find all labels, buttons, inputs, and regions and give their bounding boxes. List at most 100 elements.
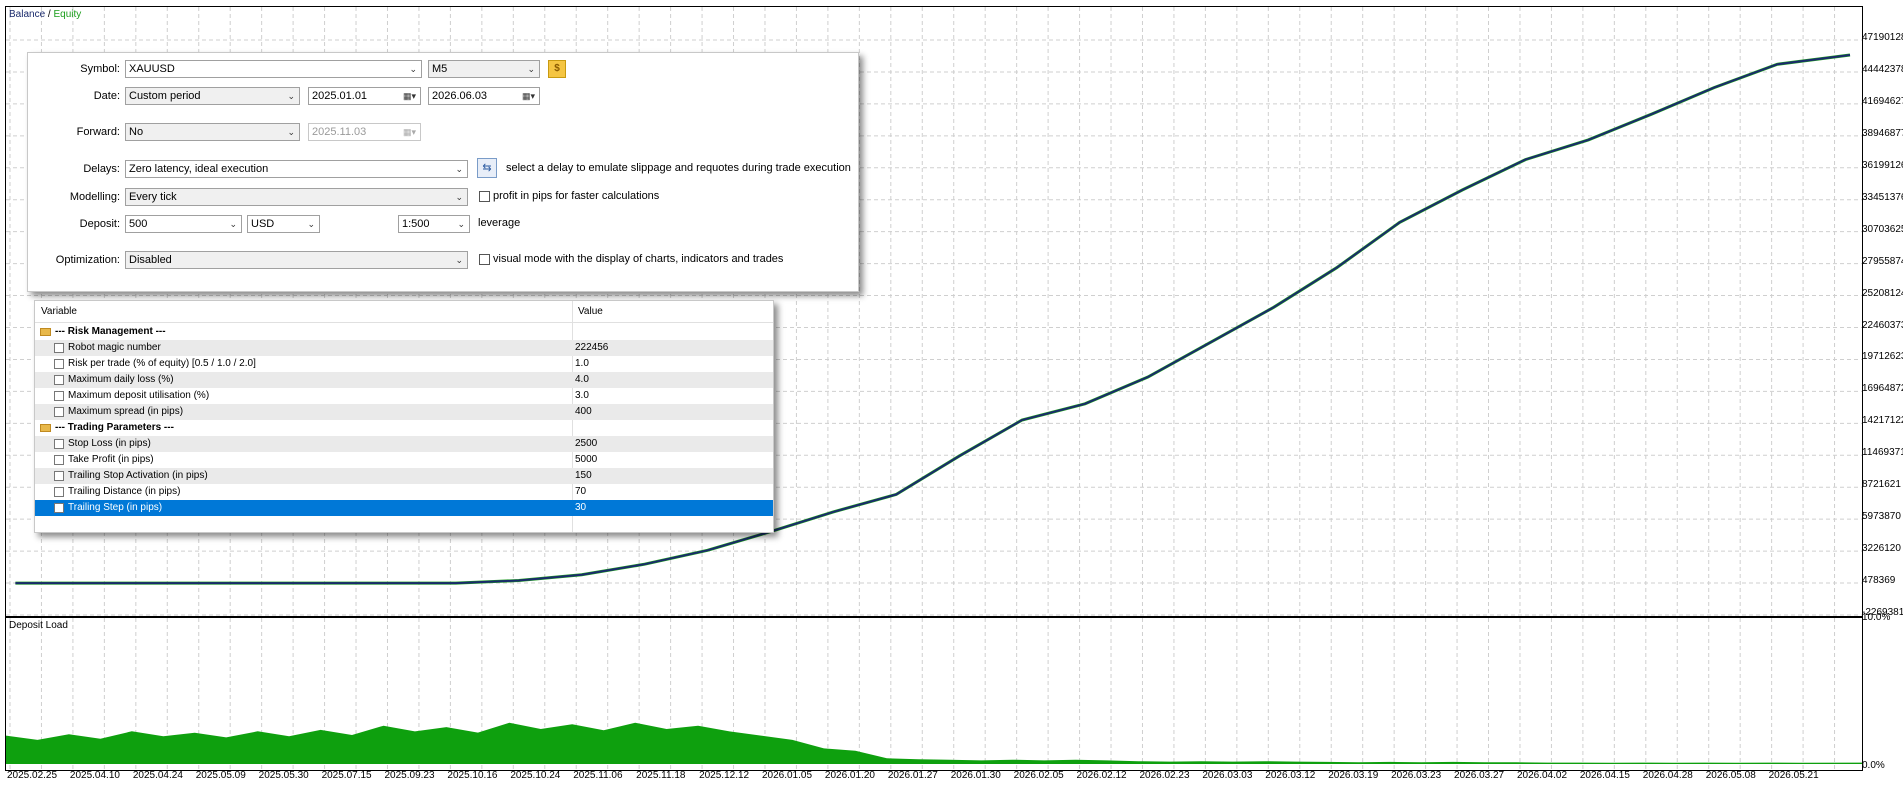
x-tick-label: 2025.11.06 — [573, 770, 623, 781]
symbol-select[interactable]: XAUUSD ⌄ — [125, 60, 422, 78]
x-tick-label: 2026.02.23 — [1139, 770, 1190, 781]
deposit-select[interactable]: 500 ⌄ — [125, 215, 242, 233]
chevron-down-icon: ⌄ — [455, 192, 463, 202]
deposit-load-area — [6, 722, 1862, 764]
x-tick-label: 2026.03.12 — [1265, 770, 1316, 781]
delays-label: Delays: — [83, 163, 120, 175]
col-value-header[interactable]: Value — [572, 301, 773, 323]
param-name: Trailing Step (in pips) — [68, 502, 163, 513]
x-tick-label: 2025.07.15 — [321, 770, 372, 781]
profit-in-pips-checkbox[interactable] — [479, 191, 490, 202]
date-to-value: 2026.06.03 — [432, 90, 488, 102]
y-tick-label: 5973870 — [1862, 511, 1901, 523]
table-row[interactable]: Stop Loss (in pips) 2500 — [35, 436, 773, 452]
legend-equity: Equity — [53, 9, 82, 20]
table-row[interactable]: Trailing Distance (in pips) 70 — [35, 484, 773, 500]
param-value[interactable]: 400 — [575, 404, 592, 420]
date-mode-value: Custom period — [129, 90, 201, 102]
param-value[interactable]: 2500 — [575, 436, 597, 452]
forward-date-field[interactable]: 2025.11.03 ▦▾ — [308, 123, 421, 141]
param-name: Maximum deposit utilisation (%) — [68, 390, 210, 401]
deposit-value: 500 — [129, 218, 148, 230]
param-name: Take Profit (in pips) — [68, 454, 154, 465]
chevron-down-icon: ⌄ — [307, 219, 315, 229]
param-checkbox[interactable] — [54, 455, 64, 465]
table-row[interactable]: Maximum daily loss (%) 4.0 — [35, 372, 773, 388]
y-tick-label: 36199126 — [1862, 159, 1903, 171]
optimization-value: Disabled — [129, 254, 172, 266]
table-row[interactable]: Risk per trade (% of equity) [0.5 / 1.0 … — [35, 356, 773, 372]
param-checkbox[interactable] — [54, 439, 64, 449]
delays-select[interactable]: Zero latency, ideal execution ⌄ — [125, 160, 468, 178]
symbol-properties-icon[interactable]: $ — [548, 60, 566, 78]
folder-icon — [40, 328, 51, 336]
modelling-select[interactable]: Every tick ⌄ — [125, 188, 468, 206]
param-checkbox[interactable] — [54, 471, 64, 481]
param-value[interactable]: 4.0 — [575, 372, 589, 388]
delay-settings-icon[interactable]: ⇆ — [477, 158, 497, 178]
table-row[interactable]: Take Profit (in pips) 5000 — [35, 452, 773, 468]
currency-select[interactable]: USD ⌄ — [247, 215, 320, 233]
param-checkbox[interactable] — [54, 359, 64, 369]
deposit-load-title: Deposit Load — [9, 620, 68, 631]
visual-mode-note: visual mode with the display of charts, … — [493, 253, 784, 265]
group-row-trading-parameters[interactable]: --- Trading Parameters --- — [35, 420, 773, 436]
symbol-label: Symbol: — [80, 63, 120, 75]
timeframe-select[interactable]: M5 ⌄ — [428, 60, 540, 78]
x-tick-label: 2026.03.19 — [1328, 770, 1379, 781]
forward-select[interactable]: No ⌄ — [125, 123, 300, 141]
y-tick-label: 47190128 — [1862, 32, 1903, 43]
x-tick-label: 2026.01.27 — [887, 770, 938, 781]
group-label: --- Trading Parameters --- — [55, 422, 174, 433]
param-value[interactable]: 5000 — [575, 452, 597, 468]
param-value[interactable]: 30 — [575, 500, 586, 516]
param-checkbox[interactable] — [54, 343, 64, 353]
chevron-down-icon: ⌄ — [455, 255, 463, 265]
param-checkbox[interactable] — [54, 407, 64, 417]
deposit-label: Deposit: — [79, 218, 120, 230]
leverage-select[interactable]: 1:500 ⌄ — [398, 215, 470, 233]
calendar-icon: ▦▾ — [402, 91, 416, 101]
param-value[interactable]: 1.0 — [575, 356, 589, 372]
y-tick-label: 44442378 — [1862, 63, 1903, 75]
x-tick-label: 2026.03.27 — [1454, 770, 1505, 781]
chevron-down-icon: ⌄ — [287, 91, 295, 101]
input-parameters-table: Variable Value --- Risk Management --- R… — [34, 300, 774, 533]
date-from-field[interactable]: 2025.01.01 ▦▾ — [308, 87, 421, 105]
table-row[interactable]: Maximum spread (in pips) 400 — [35, 404, 773, 420]
legend-balance: Balance — [9, 9, 46, 20]
group-row-risk-management[interactable]: --- Risk Management --- — [35, 324, 773, 340]
param-name: Maximum spread (in pips) — [68, 406, 184, 417]
x-tick-label: 2025.02.25 — [7, 770, 58, 781]
x-tick-label: 2025.04.24 — [132, 770, 183, 781]
param-checkbox[interactable] — [54, 391, 64, 401]
param-name: Trailing Distance (in pips) — [68, 486, 181, 497]
y-tick-label: 16964872 — [1862, 383, 1903, 395]
param-value[interactable]: 3.0 — [575, 388, 589, 404]
x-tick-label: 2026.05.08 — [1705, 770, 1756, 781]
x-tick-label: 2026.01.30 — [950, 770, 1001, 781]
timeframe-value: M5 — [432, 63, 448, 75]
param-value[interactable]: 150 — [575, 468, 592, 484]
param-value[interactable]: 222456 — [575, 340, 608, 356]
table-row[interactable]: Maximum deposit utilisation (%) 3.0 — [35, 388, 773, 404]
x-tick-label: 2026.03.03 — [1202, 770, 1253, 781]
param-checkbox[interactable] — [54, 487, 64, 497]
table-row-selected[interactable]: Trailing Step (in pips) 30 — [35, 500, 773, 516]
y-tick-label: 25208124 — [1862, 287, 1903, 299]
chevron-down-icon: ⌄ — [229, 219, 237, 229]
param-value[interactable]: 70 — [575, 484, 586, 500]
param-checkbox[interactable] — [54, 503, 64, 513]
calendar-icon: ▦▾ — [521, 91, 535, 101]
x-tick-label: 2025.05.30 — [258, 770, 309, 781]
param-checkbox[interactable] — [54, 375, 64, 385]
optimization-select[interactable]: Disabled ⌄ — [125, 251, 468, 269]
y-tick-label: 41694627 — [1862, 95, 1903, 107]
delays-value: Zero latency, ideal execution — [129, 163, 269, 175]
date-mode-select[interactable]: Custom period ⌄ — [125, 87, 300, 105]
date-to-field[interactable]: 2026.06.03 ▦▾ — [428, 87, 540, 105]
table-row[interactable]: Trailing Stop Activation (in pips) 150 — [35, 468, 773, 484]
visual-mode-checbox[interactable] — [479, 254, 490, 265]
table-row[interactable]: Robot magic number 222456 — [35, 340, 773, 356]
col-variable-header[interactable]: Variable — [35, 301, 572, 323]
